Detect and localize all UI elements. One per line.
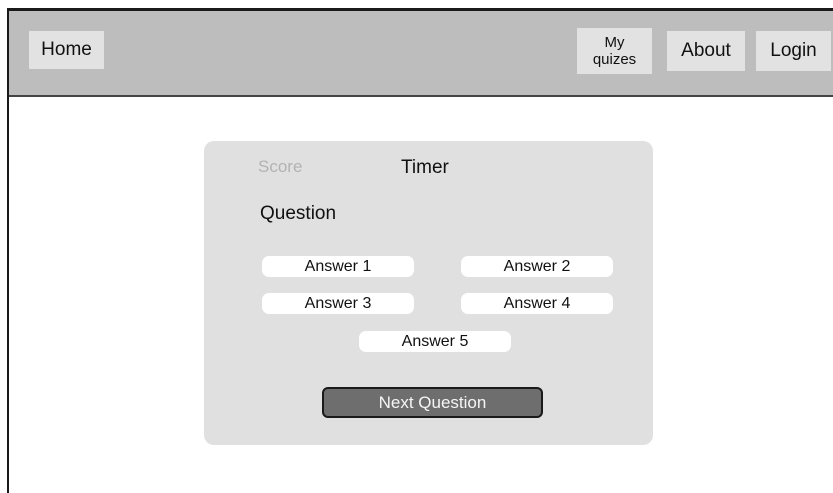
answer-option-3[interactable]: Answer 3 — [262, 293, 414, 314]
answer-option-1[interactable]: Answer 1 — [262, 256, 414, 277]
quiz-card: Score Timer Question Answer 1 Answer 2 A… — [204, 141, 653, 445]
question-text: Question — [260, 203, 337, 224]
next-question-button[interactable]: Next Question — [322, 387, 543, 418]
app-window: Home My quizes About Login Score Timer Q… — [7, 8, 833, 493]
nav-my-quizes-button[interactable]: My quizes — [577, 28, 652, 74]
answer-option-2[interactable]: Answer 2 — [461, 256, 613, 277]
nav-home-button[interactable]: Home — [29, 31, 104, 69]
answer-option-4[interactable]: Answer 4 — [461, 293, 613, 314]
score-label: Score — [258, 157, 303, 176]
nav-about-button[interactable]: About — [667, 31, 745, 71]
answer-option-5[interactable]: Answer 5 — [359, 331, 511, 352]
nav-my-quizes-label-line1: My — [604, 34, 625, 51]
top-navbar: Home My quizes About Login — [9, 11, 833, 97]
timer-label: Timer — [401, 157, 449, 178]
nav-my-quizes-label-line2: quizes — [592, 51, 637, 68]
nav-login-button[interactable]: Login — [756, 31, 831, 71]
